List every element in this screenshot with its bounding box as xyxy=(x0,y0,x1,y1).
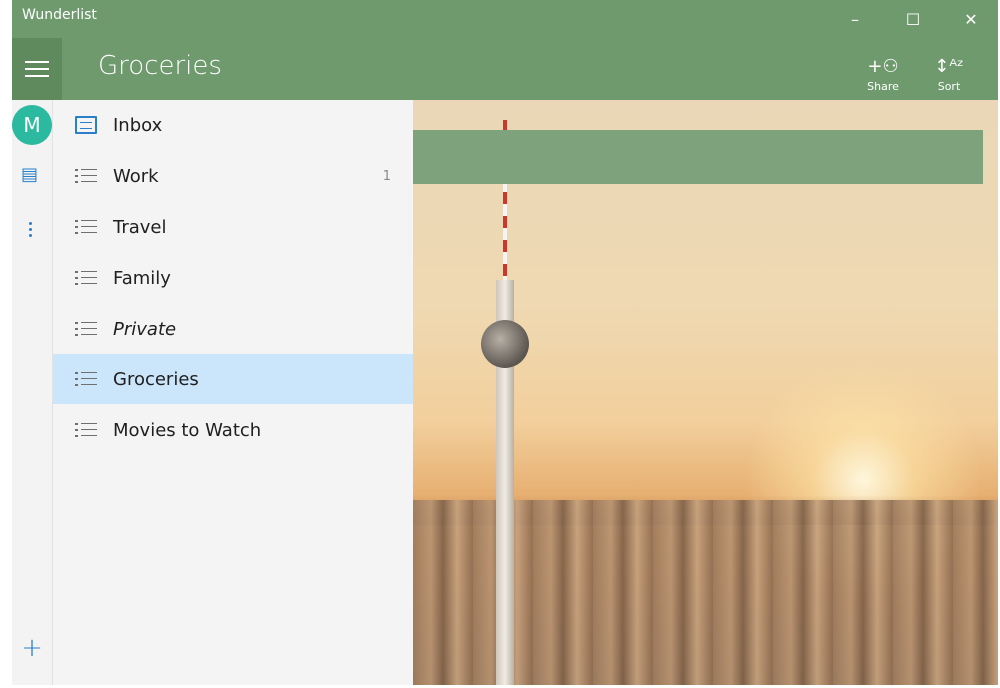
add-list-button[interactable]: + xyxy=(12,633,52,663)
list-icon xyxy=(75,169,97,183)
list-icon xyxy=(75,322,97,336)
list-item-count: 1 xyxy=(382,168,391,184)
list-icon xyxy=(75,372,97,386)
lists-sidebar: Inbox Work 1 Travel Family Private Groce… xyxy=(53,100,413,685)
background-photo xyxy=(413,100,998,685)
avatar[interactable]: M xyxy=(12,105,52,145)
list-item-work[interactable]: Work 1 xyxy=(53,151,413,201)
hamburger-icon xyxy=(25,68,49,70)
list-item-private[interactable]: Private xyxy=(53,304,413,354)
minimize-button[interactable]: – xyxy=(826,0,884,38)
list-icon xyxy=(75,220,97,234)
list-item-label: Private xyxy=(113,318,177,340)
list-item-label: Travel xyxy=(113,216,167,238)
list-item-inbox[interactable]: Inbox xyxy=(53,100,413,150)
list-item-movies-to-watch[interactable]: Movies to Watch xyxy=(53,405,413,455)
list-icon xyxy=(75,423,97,437)
tv-tower xyxy=(481,120,529,685)
list-item-label: Movies to Watch xyxy=(113,419,262,441)
sort-az-icon: ↕ᴬᶻ xyxy=(934,56,964,77)
left-rail: M ▤ + xyxy=(12,100,53,685)
sort-label: Sort xyxy=(937,80,961,93)
more-options-icon[interactable] xyxy=(29,222,33,240)
app-window: Wunderlist – ☐ ✕ Groceries +⚇ Share ↕ᴬᶻ … xyxy=(12,0,998,685)
list-title: Groceries xyxy=(98,51,222,81)
share-person-icon: +⚇ xyxy=(867,56,899,77)
list-item-groceries[interactable]: Groceries xyxy=(53,354,413,404)
activity-inbox-icon[interactable]: ▤ xyxy=(21,164,38,185)
hamburger-menu-button[interactable] xyxy=(12,38,62,100)
list-item-label: Inbox xyxy=(113,114,163,136)
maximize-button[interactable]: ☐ xyxy=(884,0,942,38)
list-item-travel[interactable]: Travel xyxy=(53,202,413,252)
app-title: Wunderlist xyxy=(22,7,97,23)
sort-button[interactable]: ↕ᴬᶻ Sort xyxy=(924,56,974,93)
list-item-label: Groceries xyxy=(113,368,199,390)
add-todo-bar[interactable] xyxy=(413,130,983,184)
list-item-label: Work xyxy=(113,165,159,187)
list-icon xyxy=(75,271,97,285)
close-button[interactable]: ✕ xyxy=(942,0,998,38)
list-header: Groceries +⚇ Share ↕ᴬᶻ Sort xyxy=(12,38,998,100)
title-bar: Wunderlist – ☐ ✕ xyxy=(12,0,998,38)
list-item-label: Family xyxy=(113,267,171,289)
share-button[interactable]: +⚇ Share xyxy=(858,56,908,93)
list-item-family[interactable]: Family xyxy=(53,253,413,303)
share-label: Share xyxy=(867,80,899,93)
inbox-icon xyxy=(75,116,97,134)
